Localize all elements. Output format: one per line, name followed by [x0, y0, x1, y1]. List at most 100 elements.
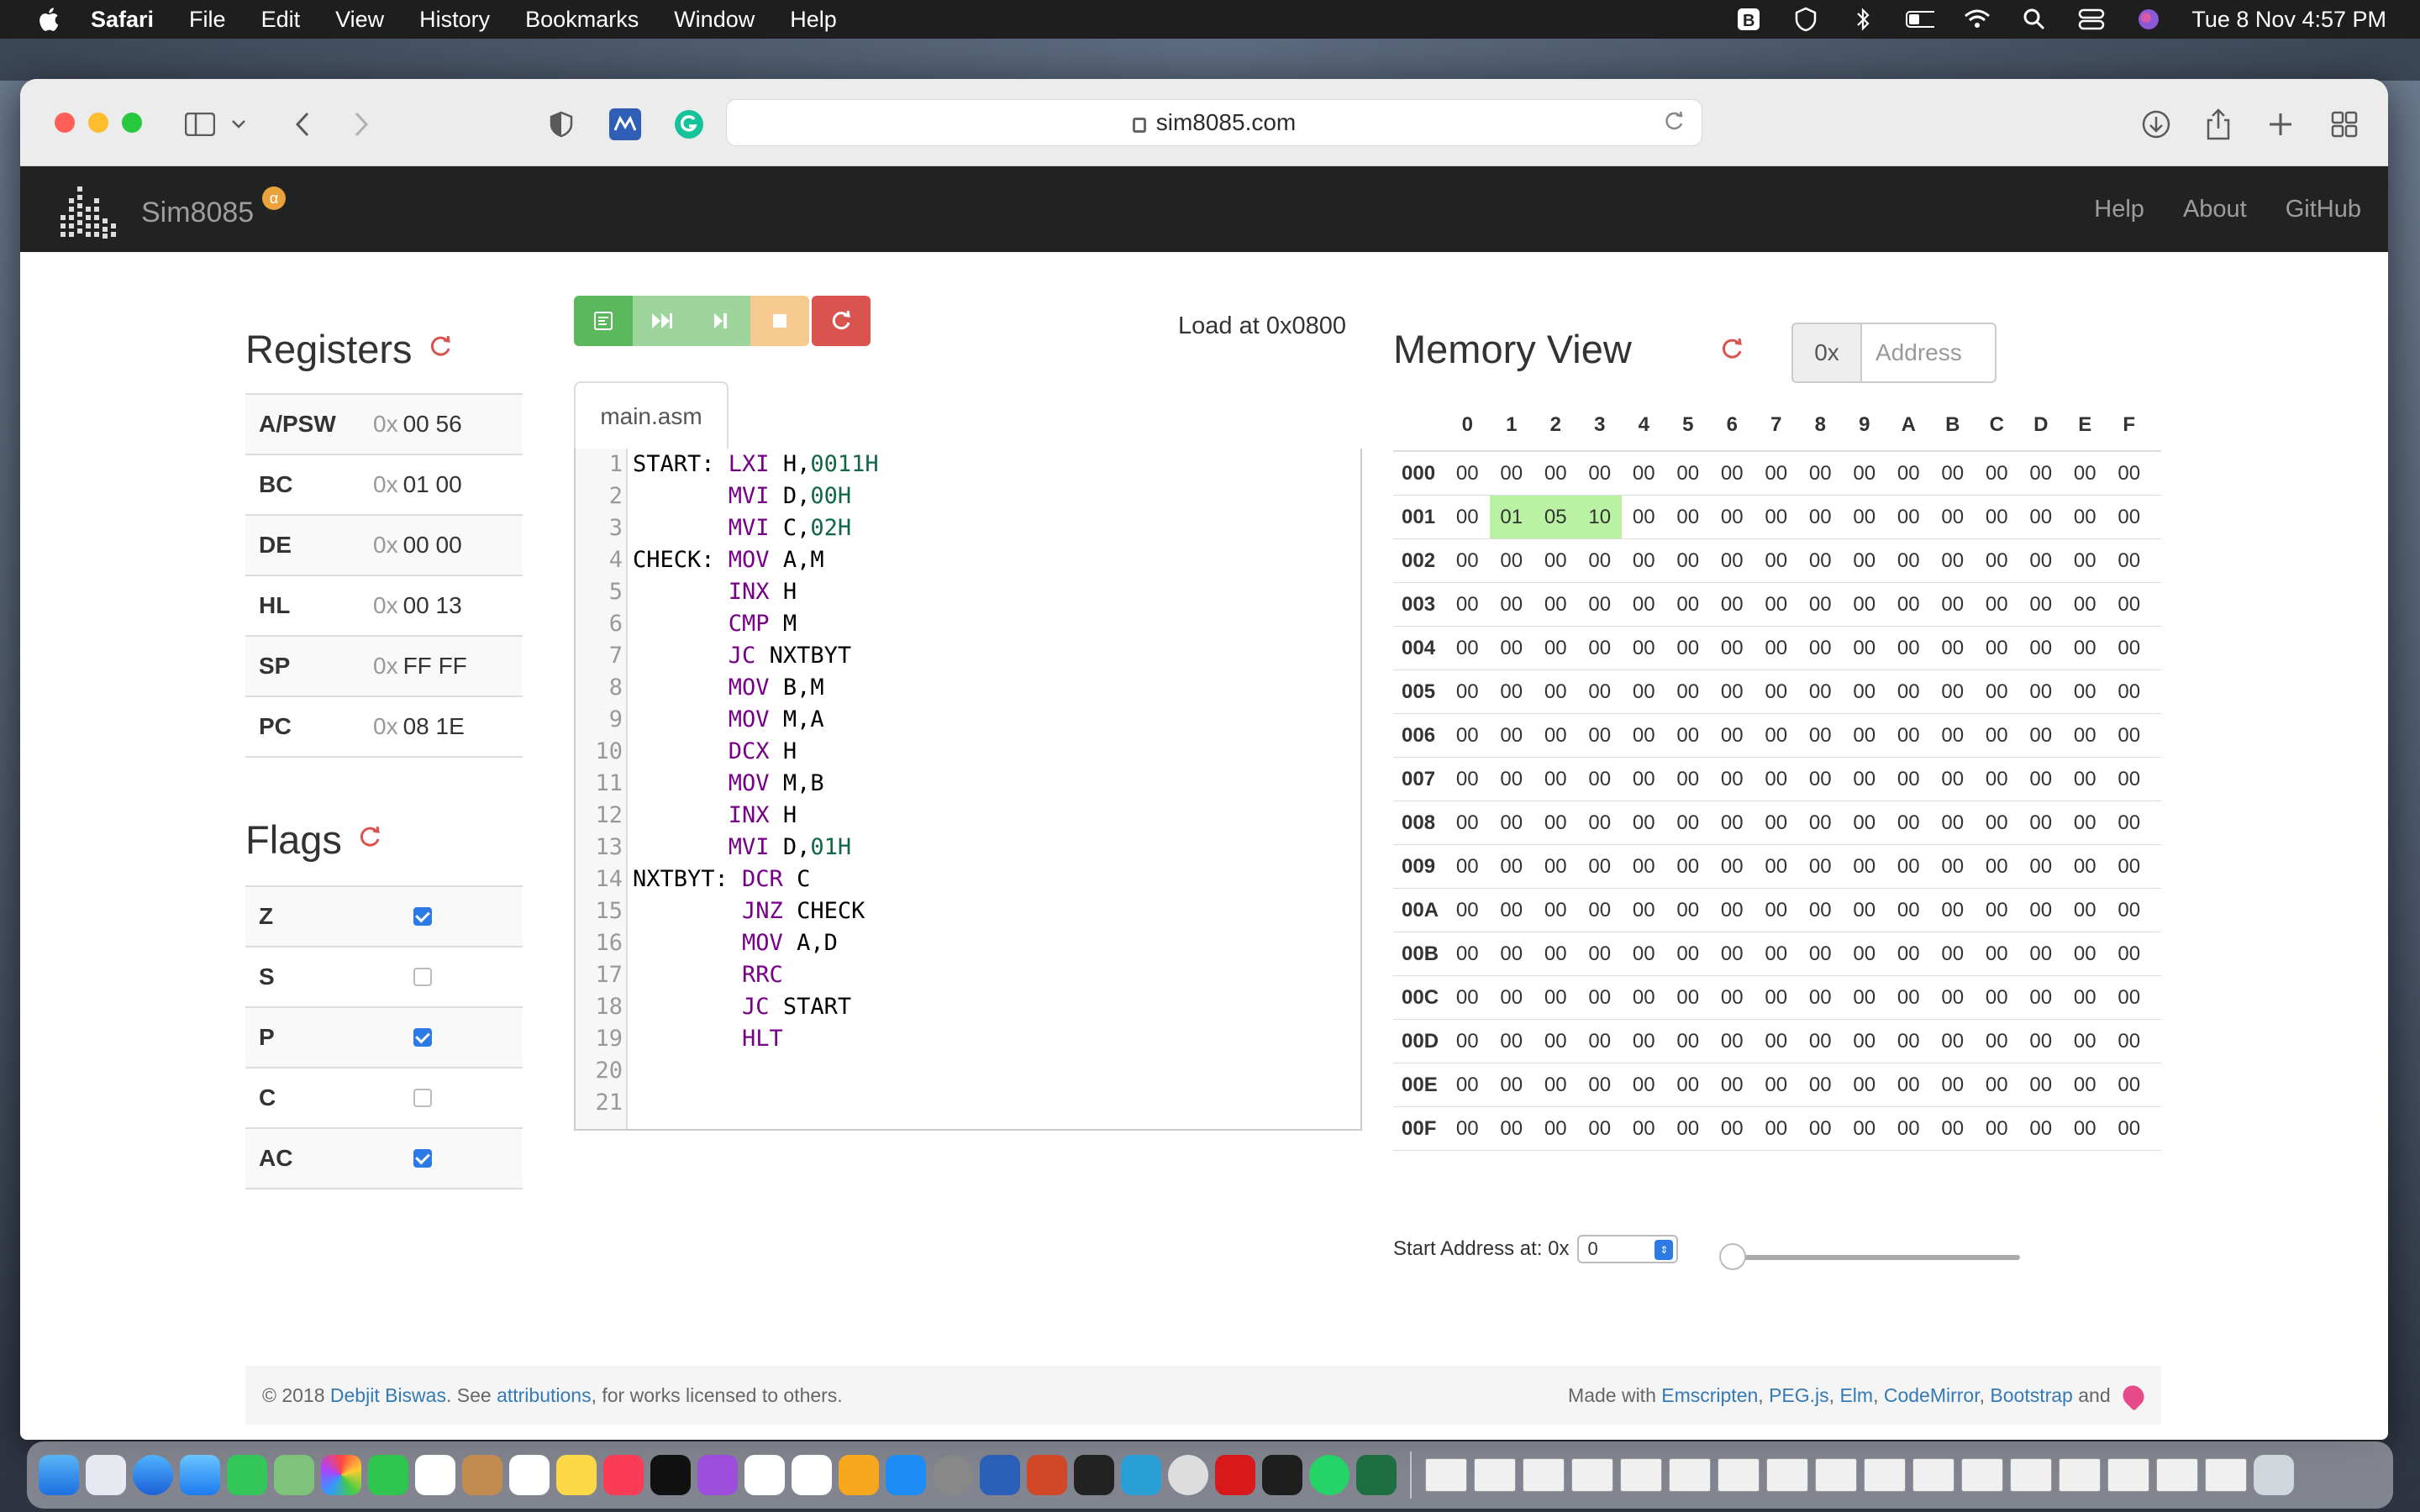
memory-cell[interactable]: 00: [1578, 714, 1623, 757]
assemble-button[interactable]: [574, 296, 633, 346]
memory-cell[interactable]: 00: [1754, 1063, 1799, 1106]
nav-help-link[interactable]: Help: [2094, 196, 2144, 223]
memory-cell[interactable]: 00: [1534, 758, 1578, 801]
new-tab-icon[interactable]: [2264, 108, 2297, 141]
memory-cell[interactable]: 00: [1622, 1063, 1666, 1106]
memory-cell[interactable]: 00: [2019, 801, 2064, 844]
memory-cell[interactable]: 00: [1886, 496, 1931, 538]
memory-cell[interactable]: 00: [2019, 1063, 2064, 1106]
code-line[interactable]: 5 INX H: [576, 576, 797, 608]
memory-cell[interactable]: 00: [1445, 583, 1490, 626]
flag-checkbox[interactable]: [413, 1149, 432, 1168]
memory-cell[interactable]: 00: [1710, 1107, 1754, 1150]
memory-cell[interactable]: 00: [1975, 932, 2019, 975]
memory-cell[interactable]: 00: [1754, 758, 1799, 801]
memory-cell[interactable]: 00: [1710, 583, 1754, 626]
forward-button[interactable]: [345, 108, 378, 141]
memory-cell[interactable]: 00: [2107, 539, 2152, 582]
memory-cell[interactable]: 00: [1843, 1063, 1887, 1106]
memory-cell[interactable]: 00: [1931, 627, 1975, 669]
refresh-memory-icon[interactable]: [1719, 334, 1744, 370]
memory-cell[interactable]: 00: [1754, 539, 1799, 582]
memory-cell[interactable]: 00: [1975, 627, 2019, 669]
memory-cell[interactable]: 00: [1798, 583, 1843, 626]
menubar-clock[interactable]: Tue 8 Nov 4:57 PM: [2191, 7, 2386, 33]
memory-cell[interactable]: 00: [1975, 496, 2019, 538]
music-dock-icon[interactable]: [603, 1455, 644, 1495]
memory-cell[interactable]: 00: [2063, 976, 2107, 1019]
sim-dock-icon[interactable]: [1121, 1455, 1161, 1495]
tv-dock-icon[interactable]: [650, 1455, 691, 1495]
memory-cell[interactable]: 00: [2107, 932, 2152, 975]
memory-cell[interactable]: 00: [1710, 976, 1754, 1019]
memory-cell[interactable]: 00: [1622, 452, 1666, 495]
flag-checkbox[interactable]: [413, 968, 432, 986]
contacts-dock-icon[interactable]: [462, 1455, 502, 1495]
memory-cell[interactable]: 00: [1931, 976, 1975, 1019]
memory-cell[interactable]: 00: [1754, 1107, 1799, 1150]
memory-cell[interactable]: 00: [1666, 1107, 1711, 1150]
memory-cell[interactable]: 00: [1622, 1107, 1666, 1150]
memory-cell[interactable]: 00: [2107, 845, 2152, 888]
flag-checkbox[interactable]: [413, 907, 432, 926]
memory-cell[interactable]: 00: [2063, 1063, 2107, 1106]
memory-cell[interactable]: 00: [1534, 452, 1578, 495]
memory-cell[interactable]: 05: [1534, 496, 1578, 538]
memory-cell[interactable]: 00: [1754, 845, 1799, 888]
memory-cell[interactable]: 00: [2107, 714, 2152, 757]
refresh-registers-icon[interactable]: [428, 332, 453, 367]
memory-cell[interactable]: 00: [2063, 889, 2107, 932]
memory-cell[interactable]: 00: [1622, 627, 1666, 669]
mail-dock-icon[interactable]: [180, 1455, 220, 1495]
whatsapp-dock-icon[interactable]: [1309, 1455, 1349, 1495]
powerpoint-dock-icon[interactable]: [1027, 1455, 1067, 1495]
minimize-window-button[interactable]: [88, 113, 108, 133]
memory-cell[interactable]: 00: [1445, 801, 1490, 844]
stop-button[interactable]: [750, 296, 809, 346]
memory-cell[interactable]: 00: [1666, 583, 1711, 626]
memory-cell[interactable]: 00: [2107, 1107, 2152, 1150]
facetime-dock-icon[interactable]: [368, 1455, 408, 1495]
register-value[interactable]: 0x 00 13: [373, 592, 462, 619]
minimized-window-thumbnail[interactable]: [1961, 1458, 2003, 1492]
memory-cell[interactable]: 00: [2107, 976, 2152, 1019]
memory-cell[interactable]: 00: [1710, 801, 1754, 844]
memory-cell[interactable]: 00: [1490, 452, 1534, 495]
memory-cell[interactable]: 00: [1534, 714, 1578, 757]
memory-cell[interactable]: 00: [2063, 452, 2107, 495]
memory-cell[interactable]: 00: [1445, 976, 1490, 1019]
pages-dock-icon[interactable]: [839, 1455, 879, 1495]
memory-cell[interactable]: 00: [1534, 889, 1578, 932]
memory-cell[interactable]: 00: [2019, 845, 2064, 888]
memory-cell[interactable]: 00: [1798, 1020, 1843, 1063]
memory-cell[interactable]: 00: [2063, 758, 2107, 801]
apple-icon[interactable]: [30, 6, 66, 33]
finder-dock-icon[interactable]: [39, 1455, 79, 1495]
memory-cell[interactable]: 00: [1710, 627, 1754, 669]
memory-cell[interactable]: 00: [1622, 758, 1666, 801]
memory-cell[interactable]: 00: [1445, 1020, 1490, 1063]
memory-cell[interactable]: 00: [1622, 976, 1666, 1019]
vpn-shield-icon[interactable]: [1791, 7, 1820, 32]
memory-cell[interactable]: 00: [2019, 889, 2064, 932]
spotlight-search-icon[interactable]: [2020, 8, 2049, 30]
memory-cell[interactable]: 00: [1886, 976, 1931, 1019]
memory-cell[interactable]: 00: [2063, 714, 2107, 757]
memory-cell[interactable]: 00: [1578, 583, 1623, 626]
memory-cell[interactable]: 00: [1754, 496, 1799, 538]
memory-cell[interactable]: 00: [2019, 1020, 2064, 1063]
minimized-window-thumbnail[interactable]: [1815, 1458, 1857, 1492]
memory-cell[interactable]: 00: [1975, 1020, 2019, 1063]
bluetooth-icon[interactable]: [1849, 8, 1877, 31]
memory-cell[interactable]: 00: [1578, 932, 1623, 975]
minimized-window-thumbnail[interactable]: [1864, 1458, 1906, 1492]
wifi-icon[interactable]: [1963, 8, 1991, 30]
memory-cell[interactable]: 00: [1534, 845, 1578, 888]
launchpad-dock-icon[interactable]: [86, 1455, 126, 1495]
memory-cell[interactable]: 00: [1490, 976, 1534, 1019]
memory-cell[interactable]: 00: [1975, 845, 2019, 888]
memory-cell[interactable]: 00: [1445, 670, 1490, 713]
memory-cell[interactable]: 00: [1710, 889, 1754, 932]
code-line[interactable]: 17 RRC: [576, 959, 782, 991]
code-line[interactable]: 21: [576, 1087, 623, 1119]
